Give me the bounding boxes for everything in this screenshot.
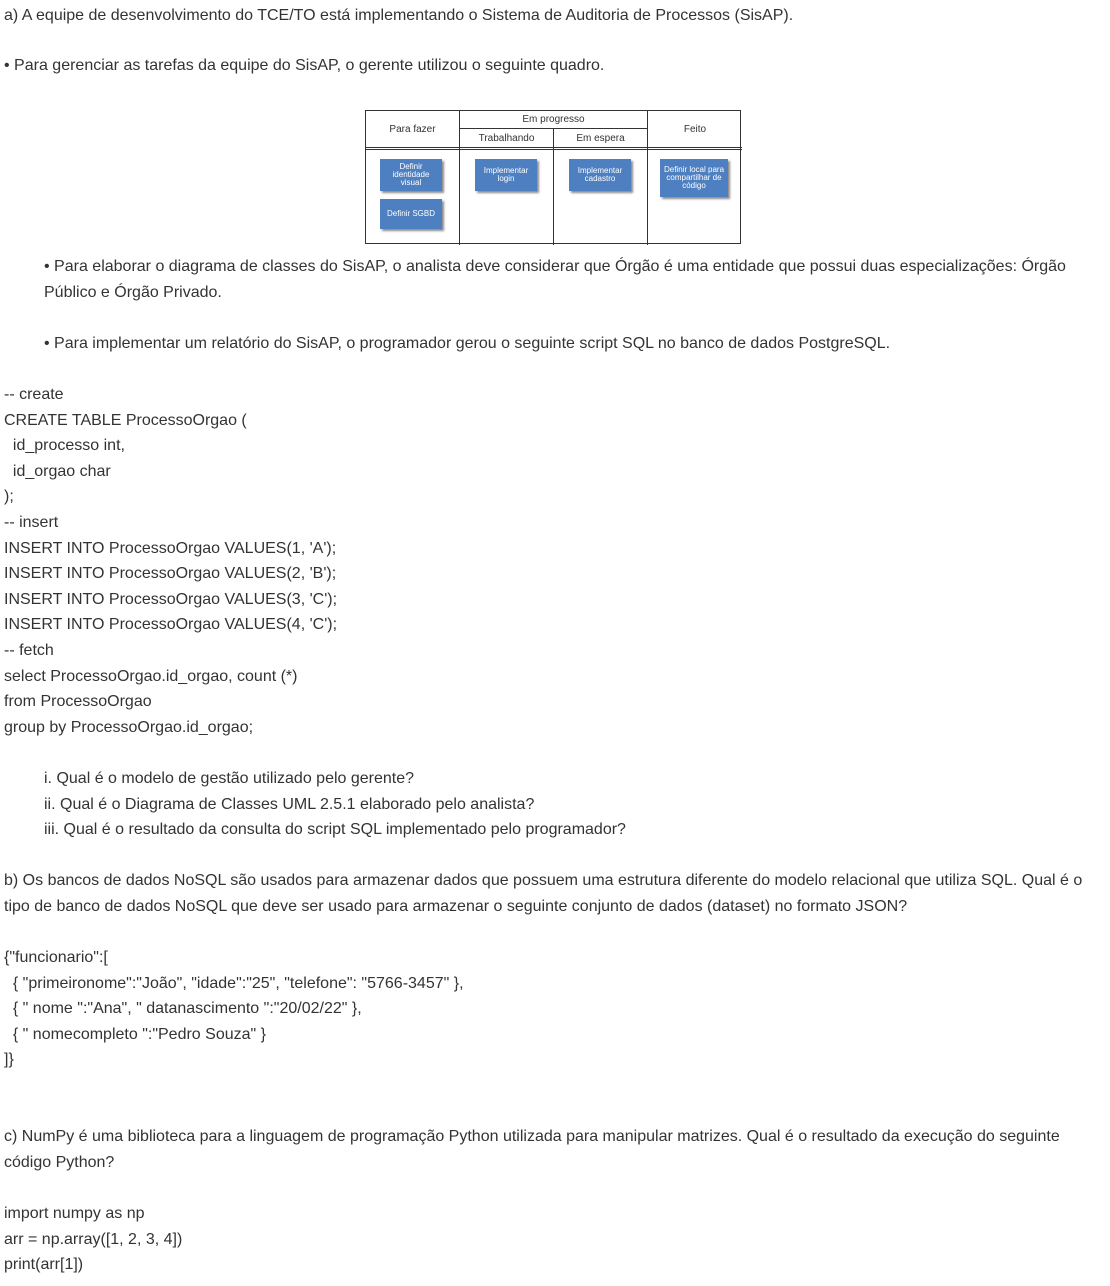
question-item: ii. Qual é o Diagrama de Classes UML 2.5… xyxy=(44,796,535,813)
sql-line: id_orgao char xyxy=(4,463,111,480)
sql-line: id_processo int, xyxy=(4,437,125,454)
bullet-board-intro: • Para gerenciar as tarefas da equipe do… xyxy=(4,57,605,74)
task-card: Definir SGBD xyxy=(380,199,442,229)
sql-line: INSERT INTO ProcessoOrgao VALUES(3, 'C')… xyxy=(4,591,338,608)
sql-line: INSERT INTO ProcessoOrgao VALUES(1, 'A')… xyxy=(4,540,337,557)
kanban-board: Para fazer Em progresso Trabalhando Em e… xyxy=(365,110,742,245)
task-card: Definir local para compartilhar de códig… xyxy=(660,159,728,197)
sql-line: INSERT INTO ProcessoOrgao VALUES(2, 'B')… xyxy=(4,565,337,582)
json-line: {"funcionario":[ xyxy=(4,949,108,966)
json-line: { " nomecompleto ":"Pedro Souza" } xyxy=(4,1026,266,1043)
bullet-class-diagram: • Para elaborar o diagrama de classes do… xyxy=(44,258,1066,301)
json-line: ]} xyxy=(4,1051,14,1068)
question-item: iii. Qual é o resultado da consulta do s… xyxy=(44,821,626,838)
sql-line: -- create xyxy=(4,386,64,403)
json-line: { " nome ":"Ana", " datanascimento ":"20… xyxy=(4,1000,362,1017)
column-header-waiting: Em espera xyxy=(576,132,625,144)
question-item: i. Qual é o modelo de gestão utilizado p… xyxy=(44,770,415,787)
sql-line: CREATE TABLE ProcessoOrgao ( xyxy=(4,412,247,429)
python-line: arr = np.array([1, 2, 3, 4]) xyxy=(4,1231,183,1248)
json-line: { "primeironome":"João", "idade":"25", "… xyxy=(4,975,464,992)
sql-line: -- insert xyxy=(4,514,59,531)
part-a-statement: a) A equipe de desenvolvimento do TCE/TO… xyxy=(4,7,794,24)
part-b-statement: b) Os bancos de dados NoSQL são usados p… xyxy=(4,872,1083,915)
column-header-in-progress: Em progresso xyxy=(522,114,585,125)
sql-line: select ProcessoOrgao.id_orgao, count (*) xyxy=(4,668,298,685)
task-card: Implementar login xyxy=(475,159,537,191)
column-header-done: Feito xyxy=(683,123,707,135)
python-line: print(arr[1]) xyxy=(4,1256,84,1273)
sql-line: group by ProcessoOrgao.id_orgao; xyxy=(4,719,254,736)
column-header-todo: Para fazer xyxy=(389,123,436,135)
task-card: Definir identidade visual xyxy=(380,159,442,191)
column-header-working: Trabalhando xyxy=(478,132,535,144)
sql-line: INSERT INTO ProcessoOrgao VALUES(4, 'C')… xyxy=(4,616,338,633)
sql-line: -- fetch xyxy=(4,642,54,659)
part-c-statement: c) NumPy é uma biblioteca para a linguag… xyxy=(4,1128,1060,1171)
task-card: Implementar cadastro xyxy=(569,159,631,191)
sql-line: ); xyxy=(4,488,14,505)
bullet-sql-script: • Para implementar um relatório do SisAP… xyxy=(44,335,891,352)
sql-line: from ProcessoOrgao xyxy=(4,693,152,710)
python-line: import numpy as np xyxy=(4,1205,145,1222)
